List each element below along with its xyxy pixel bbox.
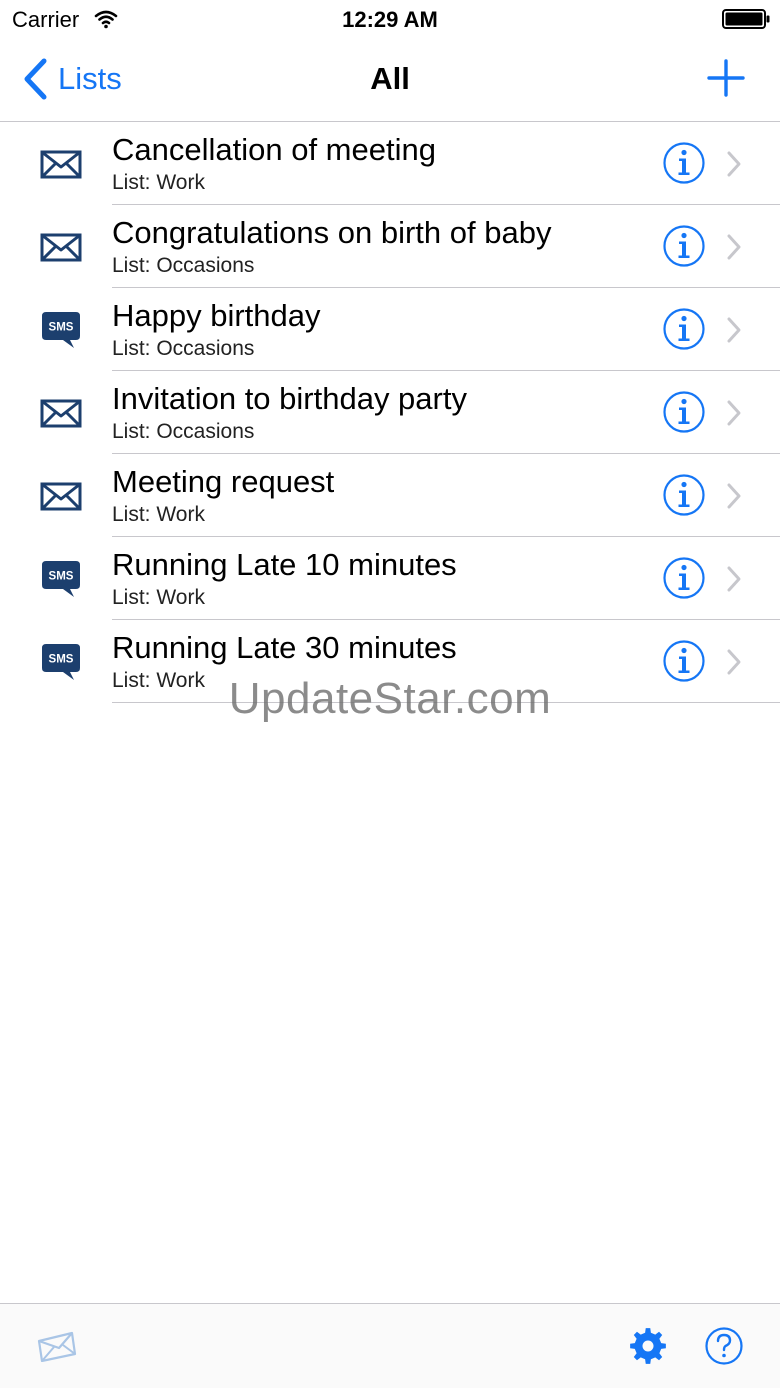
info-icon[interactable] bbox=[662, 307, 706, 351]
chevron-right-icon bbox=[727, 317, 741, 343]
item-title: Running Late 10 minutes bbox=[112, 547, 457, 582]
envelope-icon bbox=[40, 482, 82, 511]
item-title: Congratulations on birth of baby bbox=[112, 215, 552, 250]
add-icon[interactable] bbox=[706, 58, 746, 98]
info-icon[interactable] bbox=[662, 556, 706, 600]
chevron-right-icon bbox=[727, 483, 741, 509]
status-bar: Carrier 12:29 AM bbox=[0, 0, 780, 40]
chevron-right-icon bbox=[727, 400, 741, 426]
navigation-bar: Lists All bbox=[0, 40, 780, 122]
item-list-label: List: Work bbox=[112, 669, 205, 692]
info-icon[interactable] bbox=[662, 390, 706, 434]
item-title: Invitation to birthday party bbox=[112, 381, 467, 416]
page-title: All bbox=[370, 61, 410, 96]
item-list-label: List: Occasions bbox=[112, 337, 255, 360]
envelope-icon bbox=[40, 150, 82, 179]
sms-badge-label: SMS bbox=[49, 571, 74, 583]
row-separator bbox=[112, 702, 780, 703]
list-item[interactable]: SMS Running Late 10 minutes List: Work bbox=[0, 537, 780, 620]
chevron-right-icon bbox=[727, 649, 741, 675]
sms-badge-label: SMS bbox=[49, 654, 74, 666]
item-list-label: List: Occasions bbox=[112, 420, 255, 443]
item-list-label: List: Occasions bbox=[112, 254, 255, 277]
envelope-icon bbox=[40, 233, 82, 262]
clock: 12:29 AM bbox=[342, 7, 438, 32]
item-list-label: List: Work bbox=[112, 503, 205, 526]
item-title: Cancellation of meeting bbox=[112, 132, 436, 167]
message-list: Cancellation of meeting List: Work Congr… bbox=[0, 122, 780, 703]
item-list-label: List: Work bbox=[112, 586, 205, 609]
envelope-icon bbox=[40, 399, 82, 428]
compose-envelope-icon[interactable] bbox=[36, 1330, 78, 1362]
item-title: Happy birthday bbox=[112, 298, 321, 333]
list-item[interactable]: SMS Happy birthday List: Occasions bbox=[0, 288, 780, 371]
sms-icon: SMS bbox=[42, 312, 80, 348]
list-item[interactable]: Meeting request List: Work bbox=[0, 454, 780, 537]
battery-icon bbox=[722, 9, 770, 29]
item-title: Running Late 30 minutes bbox=[112, 630, 457, 665]
list-item[interactable]: Invitation to birthday party List: Occas… bbox=[0, 371, 780, 454]
list-item[interactable]: Congratulations on birth of baby List: O… bbox=[0, 205, 780, 288]
item-list-label: List: Work bbox=[112, 171, 205, 194]
sms-icon: SMS bbox=[42, 644, 80, 680]
info-icon[interactable] bbox=[662, 639, 706, 683]
chevron-right-icon bbox=[727, 234, 741, 260]
info-icon[interactable] bbox=[662, 141, 706, 185]
chevron-right-icon bbox=[727, 566, 741, 592]
chevron-right-icon bbox=[727, 151, 741, 177]
help-icon[interactable] bbox=[704, 1326, 744, 1366]
list-item[interactable]: Cancellation of meeting List: Work bbox=[0, 122, 780, 205]
list-item[interactable]: SMS Running Late 30 minutes List: Work bbox=[0, 620, 780, 703]
info-icon[interactable] bbox=[662, 224, 706, 268]
gear-icon[interactable] bbox=[628, 1326, 668, 1366]
info-icon[interactable] bbox=[662, 473, 706, 517]
sms-icon: SMS bbox=[42, 561, 80, 597]
item-title: Meeting request bbox=[112, 464, 335, 499]
bottom-toolbar bbox=[0, 1303, 780, 1388]
sms-badge-label: SMS bbox=[49, 322, 74, 334]
